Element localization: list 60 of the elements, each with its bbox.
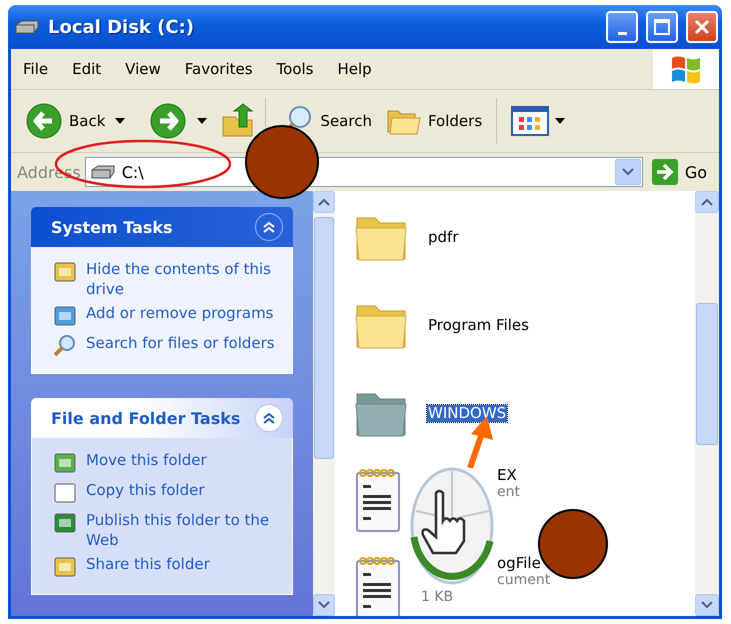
- task-link[interactable]: Publish this folder to the Web: [86, 510, 278, 550]
- chevron-down-icon: [622, 168, 634, 176]
- menu-item[interactable]: Tools: [264, 60, 326, 78]
- chevron-down-icon: [701, 601, 713, 609]
- back-button[interactable]: Back: [21, 100, 110, 142]
- search-button[interactable]: Search: [276, 103, 376, 139]
- scroll-thumb[interactable]: [696, 303, 718, 445]
- file-name[interactable]: Program Files: [427, 316, 530, 334]
- task-link[interactable]: Search for files or folders: [86, 333, 275, 353]
- scroll-down-button[interactable]: [313, 594, 335, 616]
- drive-icon: [14, 19, 40, 35]
- drive-icon: [90, 164, 116, 180]
- task-link[interactable]: Copy this folder: [86, 480, 204, 500]
- task-link[interactable]: Move this folder: [86, 450, 207, 470]
- collapse-button[interactable]: [255, 213, 283, 241]
- menu-item[interactable]: View: [113, 60, 173, 78]
- panel-title: System Tasks: [51, 218, 173, 236]
- scroll-up-button[interactable]: [695, 191, 719, 213]
- menu-item[interactable]: File: [11, 60, 60, 78]
- panel-title: File and Folder Tasks: [51, 408, 240, 428]
- chevron-up-icon: [701, 198, 713, 206]
- menu-item[interactable]: Favorites: [172, 60, 265, 78]
- maximize-button[interactable]: [646, 11, 678, 43]
- file-type: ent: [497, 484, 520, 501]
- scroll-down-button[interactable]: [695, 594, 719, 616]
- collapse-icon[interactable]: [262, 411, 276, 425]
- minimize-icon: [618, 32, 626, 34]
- maximize-icon: [653, 18, 671, 36]
- file-name[interactable]: ogFile: [496, 555, 542, 572]
- search-icon: [52, 333, 78, 359]
- folder-up-icon[interactable]: [221, 103, 256, 139]
- file-name[interactable]: pdfr: [427, 228, 460, 246]
- go-button[interactable]: Go: [646, 158, 713, 186]
- caret-icon: [115, 118, 126, 124]
- flag-logo-icon: [670, 54, 702, 84]
- close-icon: [693, 18, 711, 36]
- caret-icon: [197, 118, 208, 124]
- scrollbar[interactable]: [313, 191, 335, 616]
- task-link[interactable]: Add or remove programs: [86, 303, 274, 323]
- minimize-button[interactable]: [606, 11, 638, 43]
- file-name[interactable]: WINDOWS: [427, 404, 508, 422]
- scroll-up-button[interactable]: [313, 191, 335, 213]
- close-button[interactable]: [686, 11, 718, 43]
- collapse-button[interactable]: [255, 404, 283, 432]
- chevron-down-icon: [318, 601, 330, 609]
- task-link[interactable]: Hide the contents of this drive: [86, 259, 278, 299]
- scrollbar[interactable]: [695, 191, 719, 616]
- task-link[interactable]: Share this folder: [86, 554, 210, 574]
- file-name[interactable]: EX: [496, 467, 518, 484]
- caret-icon: [555, 118, 566, 124]
- menu-item[interactable]: Help: [326, 60, 384, 78]
- dropdown-button[interactable]: [614, 159, 641, 185]
- window-title: Local Disk (C:): [48, 16, 196, 38]
- menu-item[interactable]: Edit: [60, 60, 114, 78]
- file-type: cument: [497, 572, 550, 589]
- views-icon: [511, 106, 550, 136]
- scroll-thumb[interactable]: [314, 217, 334, 459]
- folders-button[interactable]: Folders: [382, 103, 486, 139]
- chevron-up-icon: [318, 198, 330, 206]
- file-size: 1 KB: [421, 589, 454, 606]
